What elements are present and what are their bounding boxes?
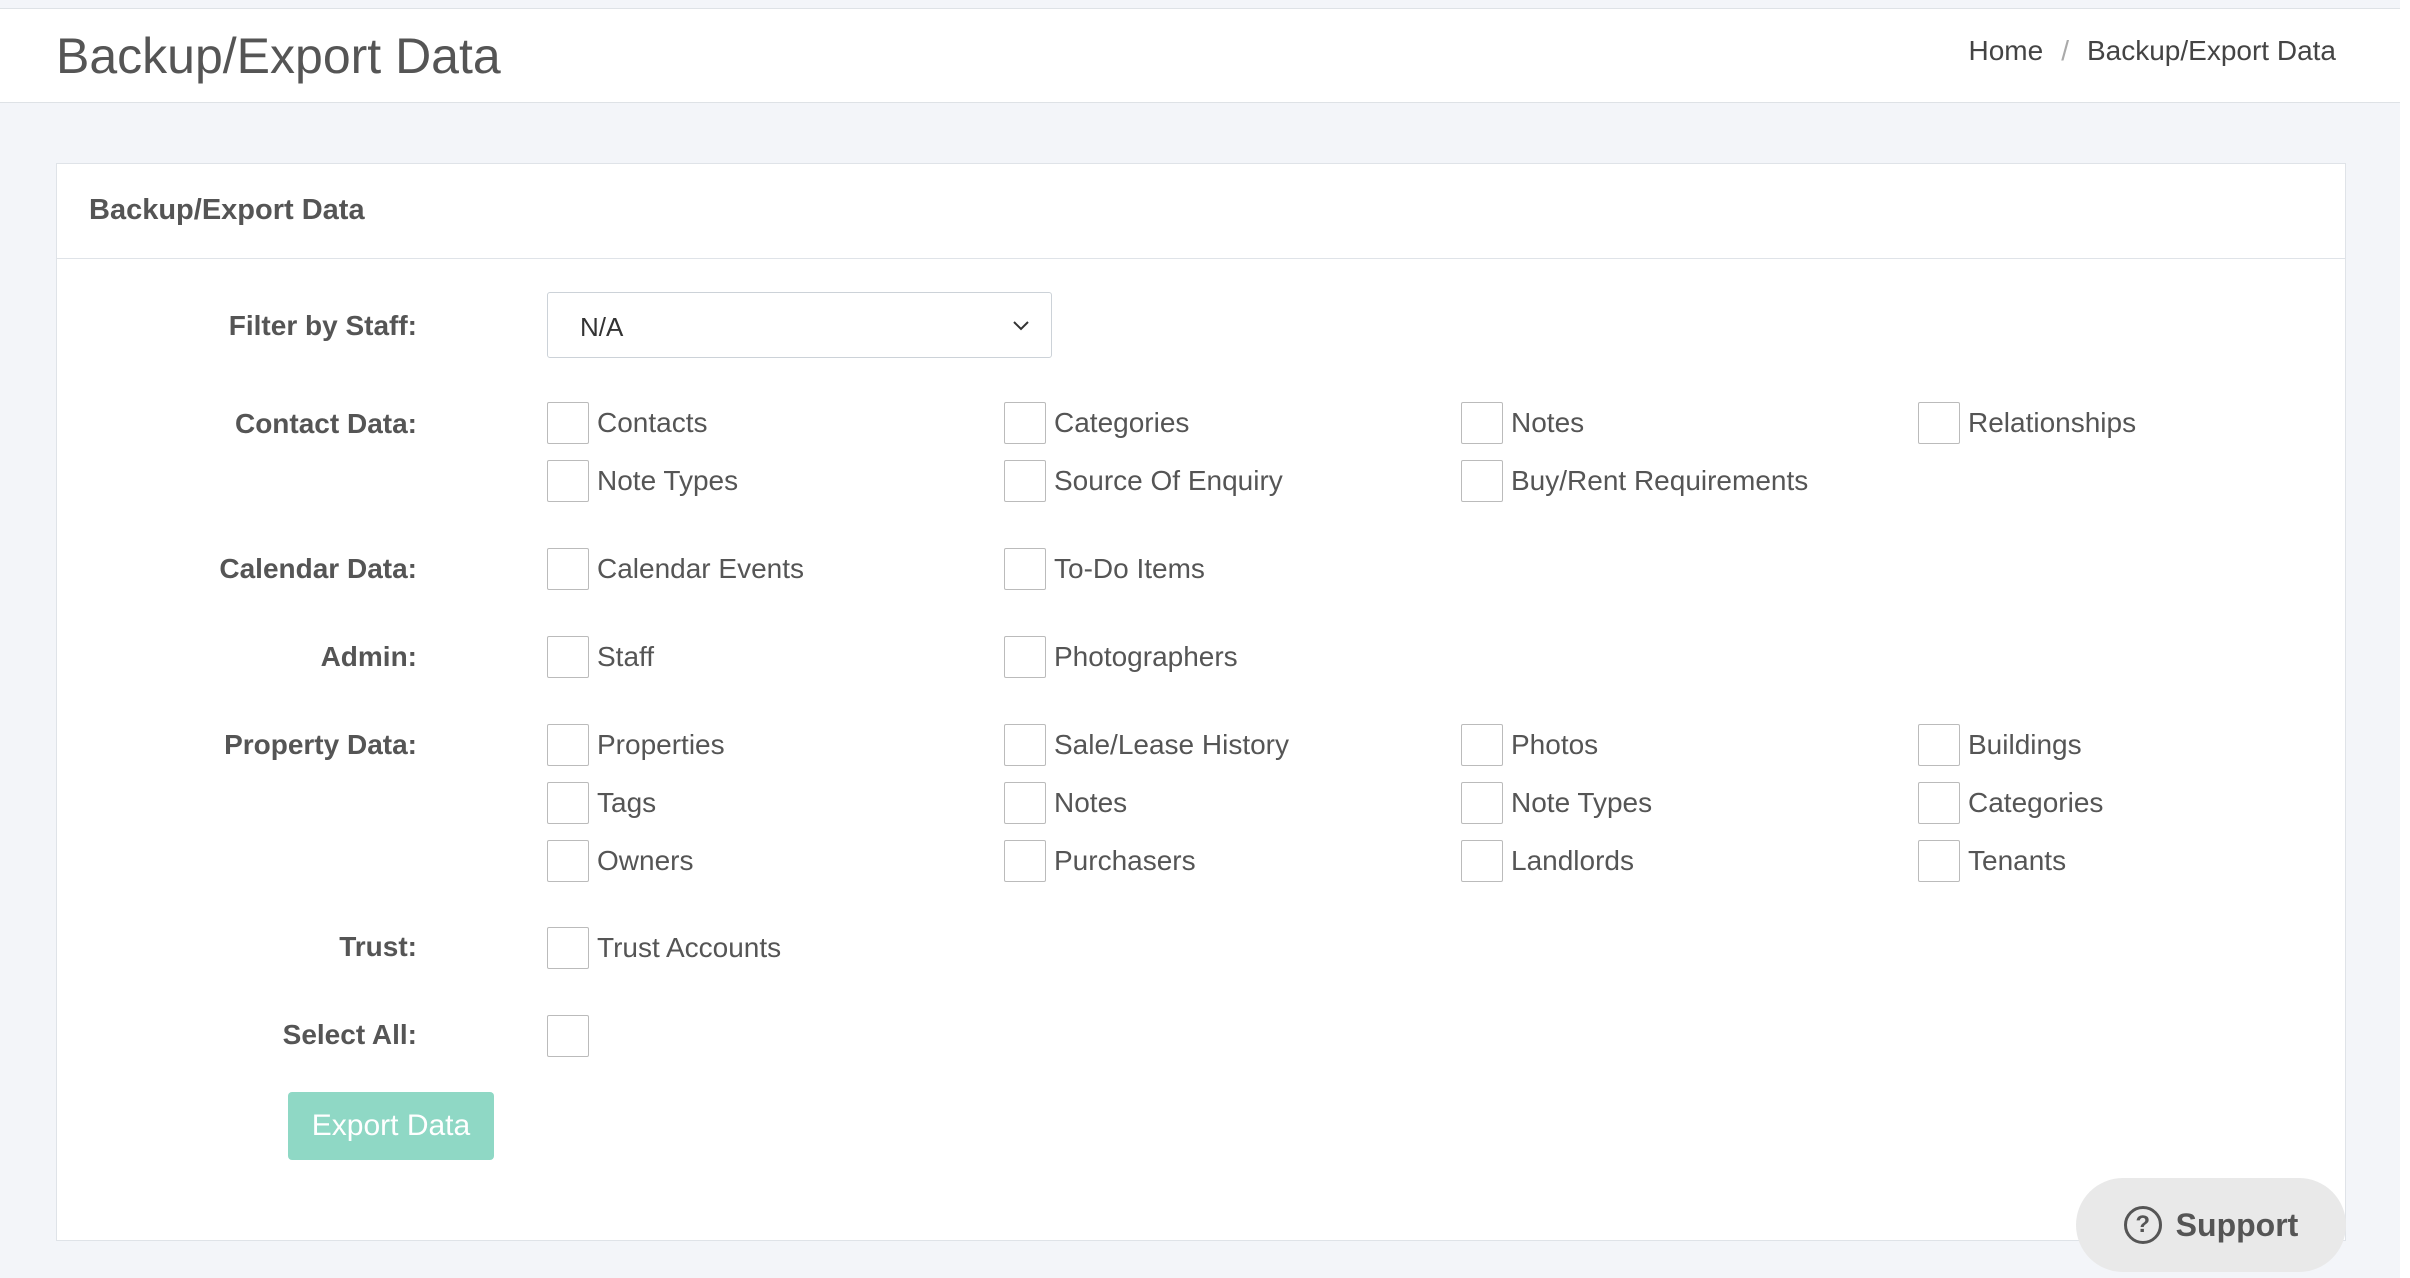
checkbox-tenants[interactable]: Tenants — [1918, 840, 2066, 882]
top-strip — [0, 0, 2410, 8]
checkbox-label: Owners — [597, 845, 694, 876]
checkbox-box[interactable] — [547, 927, 589, 969]
checkbox-label: Photos — [1511, 729, 1599, 760]
export-data-button[interactable]: Export Data — [288, 1092, 494, 1160]
checkbox-box[interactable] — [1461, 460, 1503, 502]
select-all-label: Select All: — [282, 1019, 417, 1050]
checkbox-box[interactable] — [1918, 724, 1960, 766]
checkbox-label: Purchasers — [1054, 845, 1196, 876]
checkbox-box[interactable] — [1918, 402, 1960, 444]
checkbox-owners[interactable]: Owners — [547, 840, 693, 882]
checkbox-label: Trust Accounts — [597, 932, 782, 963]
checkbox-box[interactable] — [547, 1015, 589, 1057]
breadcrumb: Home / Backup/Export Data — [1968, 35, 2336, 67]
checkbox-sale-lease-history[interactable]: Sale/Lease History — [1004, 724, 1289, 766]
card-header: Backup/Export Data — [57, 164, 2345, 259]
checkbox-to-do-items[interactable]: To-Do Items — [1004, 548, 1205, 590]
checkbox-label: Categories — [1968, 787, 2104, 818]
checkbox-label: Tenants — [1968, 845, 2067, 876]
checkbox-box[interactable] — [1004, 402, 1046, 444]
property-data-label: Property Data: — [224, 729, 417, 760]
checkbox-select-all[interactable] — [547, 1015, 589, 1057]
checkbox-label: Calendar Events — [597, 553, 805, 584]
checkbox-label: Categories — [1054, 407, 1190, 438]
checkbox-label: Photographers — [1054, 641, 1238, 672]
checkbox-label: Note Types — [597, 465, 739, 496]
trust-label: Trust: — [339, 931, 417, 962]
checkbox-trust-accounts[interactable]: Trust Accounts — [547, 927, 781, 969]
checkbox-label: Note Types — [1511, 787, 1653, 818]
calendar-data-label: Calendar Data: — [219, 553, 417, 584]
export-card: Backup/Export Data Filter by Staff: N/A … — [56, 163, 2346, 1241]
checkbox-notes[interactable]: Notes — [1461, 402, 1584, 444]
question-circle-icon: ? — [2123, 1206, 2162, 1244]
checkbox-label: Tags — [597, 787, 657, 818]
checkbox-label: Staff — [597, 641, 655, 672]
checkbox-label: Notes — [1054, 787, 1128, 818]
checkbox-label: Landlords — [1511, 845, 1634, 876]
filter-by-staff-label: Filter by Staff: — [228, 310, 417, 341]
checkbox-label: Properties — [597, 729, 725, 760]
filter-by-staff-select[interactable]: N/A — [547, 292, 1052, 358]
checkbox-box[interactable] — [1461, 402, 1503, 444]
checkbox-box[interactable] — [1004, 782, 1046, 824]
checkbox-property-categories[interactable]: Categories — [1918, 782, 2103, 824]
card-title: Backup/Export Data — [89, 194, 365, 226]
checkbox-calendar-events[interactable]: Calendar Events — [547, 548, 804, 590]
checkbox-label: Buildings — [1968, 729, 2082, 760]
checkbox-box[interactable] — [547, 402, 589, 444]
admin-label: Admin: — [320, 641, 417, 672]
checkbox-label: Contacts — [597, 407, 708, 438]
checkbox-box[interactable] — [1461, 782, 1503, 824]
checkbox-label: Sale/Lease History — [1054, 729, 1290, 760]
checkbox-box[interactable] — [547, 460, 589, 502]
checkbox-label: Buy/Rent Requirements — [1511, 465, 1809, 496]
checkbox-label: Relationships — [1968, 407, 2137, 438]
right-edge-strip — [2400, 0, 2410, 1278]
checkbox-box[interactable] — [1461, 840, 1503, 882]
checkbox-landlords[interactable]: Landlords — [1461, 840, 1634, 882]
checkbox-box[interactable] — [547, 782, 589, 824]
contact-data-label: Contact Data: — [234, 408, 417, 439]
checkbox-property-notes[interactable]: Notes — [1004, 782, 1127, 824]
support-button[interactable]: ? Support — [2076, 1178, 2346, 1272]
checkbox-box[interactable] — [1918, 782, 1960, 824]
checkbox-photos[interactable]: Photos — [1461, 724, 1598, 766]
checkbox-box[interactable] — [1004, 548, 1046, 590]
checkbox-photographers[interactable]: Photographers — [1004, 636, 1238, 678]
breadcrumb-home-link[interactable]: Home — [1968, 35, 2043, 67]
checkbox-note-types[interactable]: Note Types — [547, 460, 738, 502]
support-label: Support — [2175, 1206, 2299, 1243]
checkbox-buy-rent-requirements[interactable]: Buy/Rent Requirements — [1461, 460, 1808, 502]
checkbox-box[interactable] — [547, 636, 589, 678]
checkbox-source-of-enquiry[interactable]: Source Of Enquiry — [1004, 460, 1283, 502]
checkbox-box[interactable] — [1918, 840, 1960, 882]
checkbox-relationships[interactable]: Relationships — [1918, 402, 2136, 444]
checkbox-label: Source Of Enquiry — [1054, 465, 1283, 496]
checkbox-categories[interactable]: Categories — [1004, 402, 1189, 444]
checkbox-contacts[interactable]: Contacts — [547, 402, 708, 444]
checkbox-tags[interactable]: Tags — [547, 782, 656, 824]
checkbox-box[interactable] — [1461, 724, 1503, 766]
checkbox-label: To-Do Items — [1054, 553, 1205, 584]
checkbox-box[interactable] — [547, 548, 589, 590]
checkbox-box[interactable] — [1004, 724, 1046, 766]
breadcrumb-separator: / — [2061, 35, 2069, 66]
filter-by-staff-value: N/A — [580, 312, 624, 342]
checkbox-box[interactable] — [1004, 460, 1046, 502]
checkbox-box[interactable] — [1004, 636, 1046, 678]
chevron-down-icon — [1013, 321, 1029, 331]
checkbox-staff[interactable]: Staff — [547, 636, 654, 678]
page-header: Backup/Export Data Home / Backup/Export … — [0, 8, 2400, 103]
checkbox-properties[interactable]: Properties — [547, 724, 725, 766]
checkbox-label: Notes — [1511, 407, 1585, 438]
checkbox-property-note-types[interactable]: Note Types — [1461, 782, 1652, 824]
checkbox-box[interactable] — [1004, 840, 1046, 882]
page-title: Backup/Export Data — [56, 28, 501, 84]
checkbox-box[interactable] — [547, 840, 589, 882]
checkbox-buildings[interactable]: Buildings — [1918, 724, 2082, 766]
checkbox-purchasers[interactable]: Purchasers — [1004, 840, 1196, 882]
breadcrumb-current: Backup/Export Data — [2086, 35, 2336, 66]
checkbox-box[interactable] — [547, 724, 589, 766]
